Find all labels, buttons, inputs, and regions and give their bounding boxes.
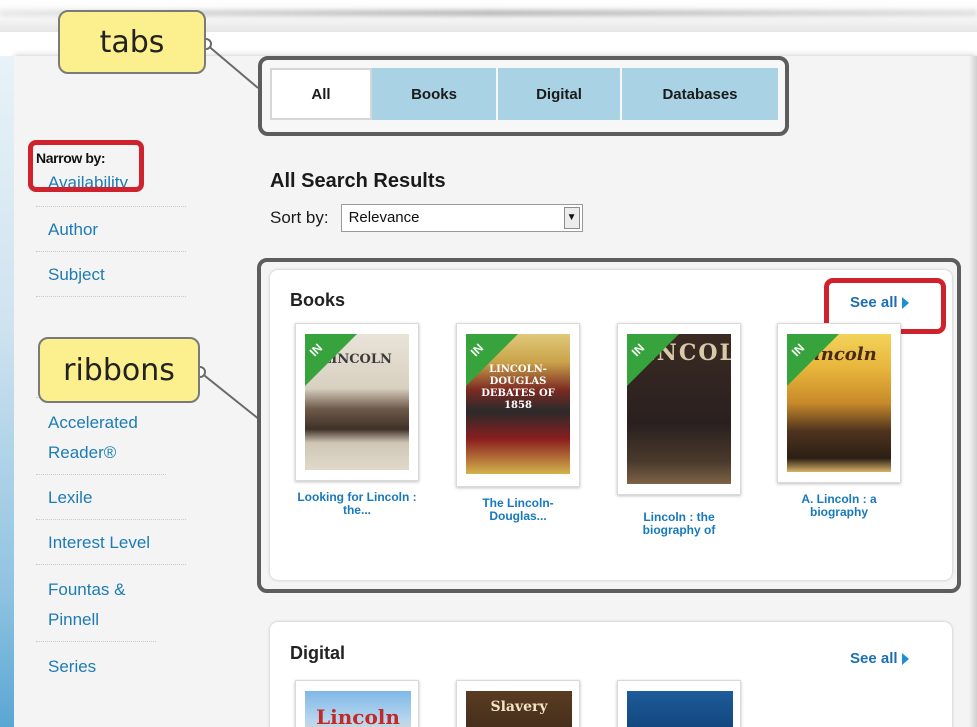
right-shadow bbox=[969, 56, 977, 727]
book-title-link[interactable]: Lincoln : the biography of bbox=[617, 511, 741, 537]
digital-cover bbox=[627, 691, 733, 727]
book-card[interactable]: LINCOLN IN Lincoln : the biography of bbox=[617, 323, 741, 537]
tabs-callout: tabs bbox=[58, 10, 206, 74]
books-section-title: Books bbox=[290, 290, 346, 310]
cover-text: Slavery bbox=[490, 699, 548, 715]
digital-card[interactable]: Lincoln bbox=[295, 680, 419, 727]
digital-section-title: Digital bbox=[290, 643, 346, 663]
sort-select[interactable]: Relevance ▼ bbox=[340, 204, 583, 232]
book-title-link[interactable]: The Lincoln-Douglas... bbox=[456, 497, 580, 523]
book-title-link[interactable]: Looking for Lincoln : the... bbox=[295, 491, 419, 517]
sort-label: Sort by: bbox=[270, 208, 329, 227]
book-title-link[interactable]: A. Lincoln : a biography bbox=[777, 493, 901, 519]
chevron-down-icon[interactable]: ▼ bbox=[563, 207, 580, 229]
digital-see-all-label: See all bbox=[850, 650, 898, 667]
digital-see-all-link[interactable]: See all bbox=[850, 650, 909, 667]
digital-cover: Lincoln bbox=[305, 691, 411, 727]
cover-text: Lincoln bbox=[316, 705, 400, 727]
book-card[interactable]: Lincoln IN A. Lincoln : a biography bbox=[777, 323, 901, 519]
sort-value: Relevance bbox=[348, 209, 420, 226]
book-cover-frame: LINCOLN-DOUGLAS DEBATES OF 1858 IN bbox=[456, 323, 580, 487]
ribbons-connector-line bbox=[199, 371, 261, 421]
book-card[interactable]: LINCOLN IN Looking for Lincoln : the... bbox=[295, 323, 419, 517]
digital-cover: Slavery bbox=[466, 691, 572, 727]
book-card[interactable]: LINCOLN-DOUGLAS DEBATES OF 1858 IN The L… bbox=[456, 323, 580, 523]
digital-card[interactable]: Slavery bbox=[456, 680, 580, 727]
results-title: All Search Results bbox=[270, 170, 446, 192]
tabs-connector-line bbox=[205, 43, 259, 89]
book-cover-frame: Lincoln IN bbox=[777, 323, 901, 483]
digital-card[interactable] bbox=[617, 680, 741, 727]
sort-row: Sort by: Relevance ▼ bbox=[270, 204, 583, 232]
caret-right-icon bbox=[901, 652, 909, 665]
ribbons-callout: ribbons bbox=[38, 337, 200, 403]
book-cover-frame: LINCOLN IN bbox=[295, 323, 419, 481]
book-cover-frame: LINCOLN IN bbox=[617, 323, 741, 495]
